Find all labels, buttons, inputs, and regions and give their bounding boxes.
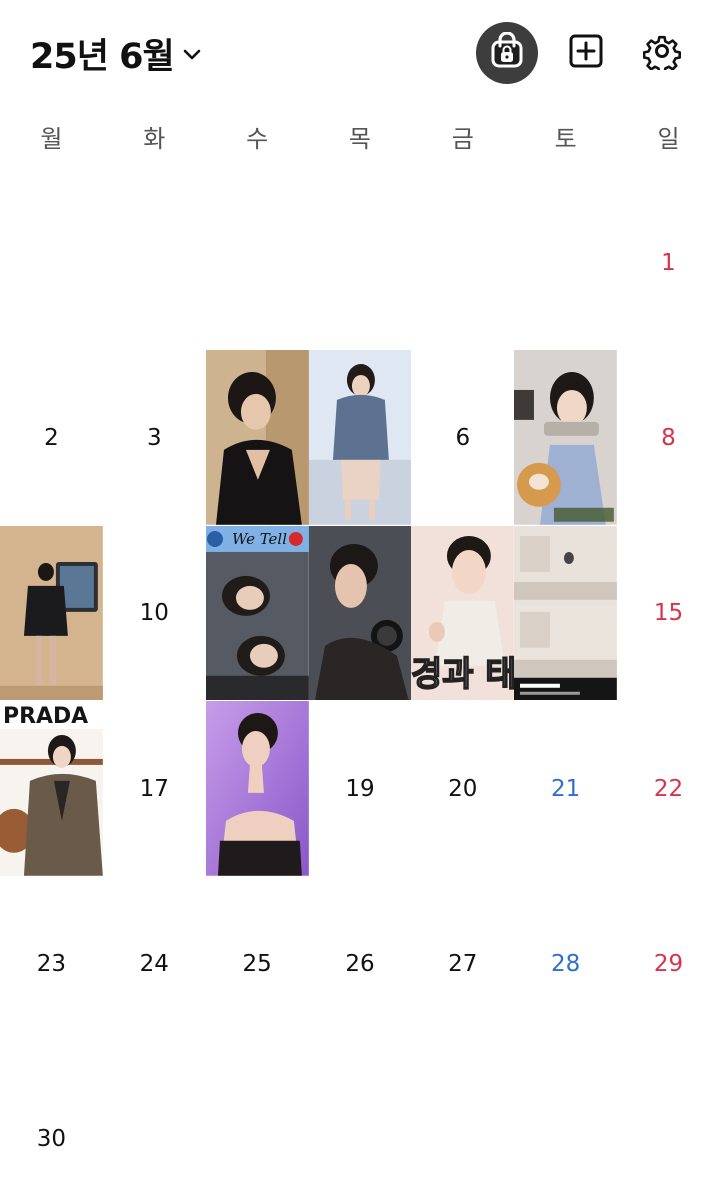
day-cell-26[interactable]: 26 — [309, 876, 412, 1051]
prada-brand-text: PRADA — [3, 704, 88, 729]
day-cell-12[interactable] — [308, 525, 412, 701]
day-number: 8 — [661, 424, 676, 451]
day-cell-13[interactable]: 경과 태리 — [411, 525, 515, 701]
day-cell-29[interactable]: 29 — [617, 876, 720, 1051]
day-photo — [308, 525, 412, 701]
day-number: 26 — [345, 950, 375, 977]
calendar-header: 25년 6월 — [0, 0, 720, 106]
weekday-label: 월 — [40, 125, 63, 153]
weekday-label: 일 — [657, 125, 680, 153]
day-number: 27 — [448, 950, 478, 977]
day-number: 24 — [139, 950, 169, 977]
day-number: 25 — [242, 950, 272, 977]
photo-caption-text: 경과 태리 — [411, 654, 514, 694]
day-photo: 경과 태리 — [411, 525, 515, 701]
day-cell-15[interactable]: 15 — [617, 526, 720, 701]
day-number: 3 — [146, 424, 162, 451]
day-cell-28[interactable]: 28 — [514, 876, 617, 1051]
weekday-label: 수 — [246, 125, 269, 153]
weekday-label: 목 — [348, 125, 371, 153]
we-tell-banner: We Tell — [232, 530, 287, 548]
weekday-label: 금 — [451, 125, 474, 153]
day-number: 22 — [653, 775, 684, 802]
weekday-label: 화 — [143, 125, 166, 153]
day-number: 21 — [551, 775, 581, 802]
day-cell-6[interactable]: 6 — [411, 350, 514, 525]
weekday-row: 월 화 수 목 금 토 일 — [0, 116, 720, 162]
day-cell-16[interactable]: PRADA — [0, 700, 103, 876]
day-photo — [308, 350, 412, 526]
lock-bag-icon — [488, 31, 526, 74]
day-number: 15 — [653, 600, 684, 627]
day-cell-20[interactable]: 20 — [411, 701, 514, 876]
calendar-grid: 123 6 8 10 We Tell 경과 태 15 PRADA 17 19 2… — [0, 175, 720, 1200]
gear-icon — [642, 32, 682, 75]
day-cell-10[interactable]: 10 — [103, 526, 206, 701]
day-number: 6 — [455, 424, 471, 451]
day-cell-22[interactable]: 22 — [617, 701, 720, 876]
day-photo — [514, 350, 618, 526]
day-cell-19[interactable]: 19 — [309, 701, 412, 876]
weekday-label: 토 — [554, 125, 577, 153]
month-selector[interactable]: 25년 6월 — [30, 28, 202, 79]
day-number: 23 — [36, 950, 67, 977]
day-number: 19 — [345, 775, 375, 802]
day-number: 30 — [36, 1126, 67, 1153]
day-cell-23[interactable]: 23 — [0, 876, 103, 1051]
day-cell-30[interactable]: 30 — [0, 1051, 103, 1200]
lock-button[interactable] — [476, 22, 538, 84]
day-photo — [514, 525, 618, 701]
day-cell-9[interactable] — [0, 525, 103, 701]
day-number: 28 — [551, 950, 581, 977]
day-photo — [205, 700, 309, 876]
day-cell-7[interactable] — [514, 350, 618, 526]
day-photo — [205, 350, 309, 526]
day-cell-17[interactable]: 17 — [103, 701, 206, 876]
day-number: 10 — [139, 600, 169, 627]
day-cell-18[interactable] — [205, 700, 309, 876]
add-button[interactable] — [555, 22, 617, 84]
chevron-down-icon — [182, 47, 202, 66]
day-cell-24[interactable]: 24 — [103, 876, 206, 1051]
day-cell-11[interactable]: We Tell — [205, 525, 309, 701]
day-cell-21[interactable]: 21 — [514, 701, 617, 876]
day-cell-8[interactable]: 8 — [617, 350, 720, 525]
day-number: 2 — [44, 424, 59, 451]
day-cell-1[interactable]: 1 — [617, 175, 720, 350]
day-cell-5[interactable] — [308, 350, 412, 526]
add-square-icon — [568, 33, 604, 73]
month-title: 25년 6월 — [30, 37, 175, 77]
day-photo: PRADA — [0, 700, 103, 876]
day-cell-14[interactable] — [514, 525, 618, 701]
day-number: 1 — [661, 249, 676, 276]
day-cell-3[interactable]: 3 — [103, 350, 206, 525]
day-cell-2[interactable]: 2 — [0, 350, 103, 525]
day-number: 20 — [448, 775, 478, 802]
day-cell-25[interactable]: 25 — [206, 876, 309, 1051]
day-cell-4[interactable] — [205, 350, 309, 526]
day-photo: We Tell — [205, 525, 309, 701]
settings-button[interactable] — [631, 22, 693, 84]
day-number: 29 — [653, 950, 684, 977]
day-photo — [0, 525, 103, 701]
day-cell-27[interactable]: 27 — [411, 876, 514, 1051]
day-number: 17 — [139, 775, 169, 802]
